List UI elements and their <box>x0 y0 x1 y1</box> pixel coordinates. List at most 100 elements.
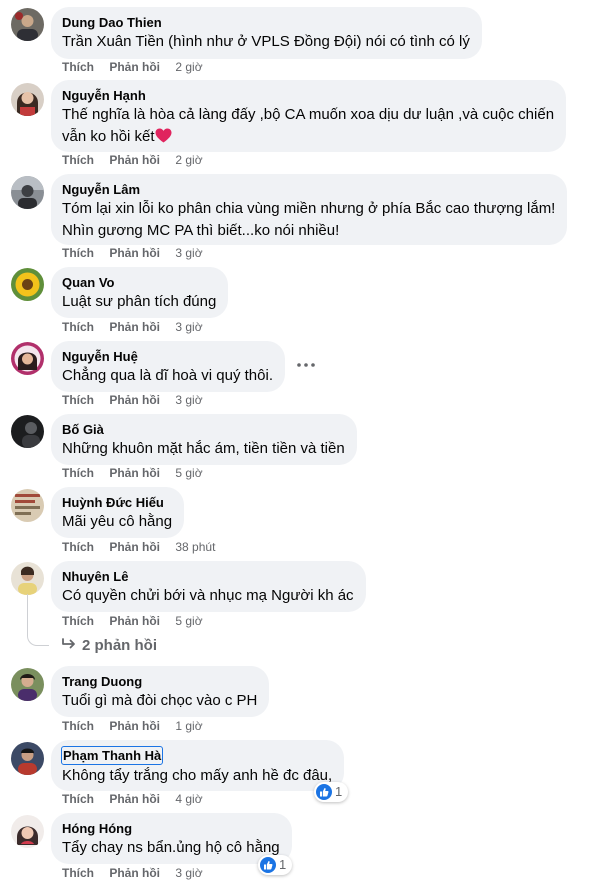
reply-button[interactable]: Phản hồi <box>109 320 160 334</box>
reply-button[interactable]: Phản hồi <box>109 246 160 260</box>
comment-timestamp[interactable]: 3 giờ <box>175 246 202 260</box>
comment-bubble: Nguyễn Lâm Tóm lại xin lỗi ko phân chia … <box>51 174 568 245</box>
reply-arrow-icon <box>62 637 76 655</box>
comment-timestamp[interactable]: 4 giờ <box>175 792 202 806</box>
comment-author[interactable]: Nguyễn Huệ <box>62 348 273 365</box>
like-button[interactable]: Thích <box>62 614 94 628</box>
comment-timestamp[interactable]: 3 giờ <box>175 320 202 334</box>
like-icon <box>316 784 332 800</box>
comment-timestamp[interactable]: 1 giờ <box>175 719 202 733</box>
like-button[interactable]: Thích <box>62 60 94 74</box>
avatar[interactable] <box>11 176 44 209</box>
comment-bubble: Nguyễn Huệ Chẳng qua là dĩ hoà vi quý th… <box>51 341 285 392</box>
like-button[interactable]: Thích <box>62 540 94 554</box>
comment-text: Không tẩy trắng cho mấy anh hề đc đâu, <box>62 767 333 784</box>
like-icon <box>260 857 276 873</box>
comment-text: Những khuôn mặt hắc ám, tiền tiền và tiề… <box>62 440 345 457</box>
more-options-icon[interactable] <box>295 357 317 373</box>
reply-button[interactable]: Phản hồi <box>109 792 160 806</box>
comment-text: Trần Xuân Tiền (hình như ở VPLS Đồng Đội… <box>62 33 470 50</box>
avatar[interactable] <box>11 268 44 301</box>
reaction-count: 1 <box>335 784 343 799</box>
comment-timestamp[interactable]: 2 giờ <box>175 153 202 167</box>
comment-text: Luật sư phân tích đúng <box>62 293 217 310</box>
avatar[interactable] <box>11 415 44 448</box>
avatar[interactable] <box>11 562 44 595</box>
reaction-count-badge[interactable]: 1 <box>258 855 293 875</box>
comment-author[interactable]: Dung Dao Thien <box>62 14 470 31</box>
comment-timestamp[interactable]: 3 giờ <box>175 866 202 880</box>
comment-text: Nhìn gương MC PA thì biết...ko nói nhiều… <box>62 222 340 239</box>
comment-text: Mãi yêu cô hằng <box>62 513 173 530</box>
comment-bubble: Bố Già Những khuôn mặt hắc ám, tiền tiền… <box>51 414 357 465</box>
comment-author[interactable]: Phạm Thanh Hà <box>60 746 164 765</box>
heart-icon <box>155 128 172 150</box>
comment-timestamp[interactable]: 3 giờ <box>175 393 202 407</box>
comment-bubble: Quan Vo Luật sư phân tích đúng <box>51 267 229 318</box>
reaction-count-badge[interactable]: 1 <box>314 782 349 802</box>
avatar[interactable] <box>11 83 44 116</box>
view-replies-label: 2 phản hồi <box>82 637 157 654</box>
comment-author[interactable]: Nguyễn Hạnh <box>62 87 554 104</box>
avatar[interactable] <box>11 342 44 375</box>
like-button[interactable]: Thích <box>62 719 94 733</box>
reply-button[interactable]: Phản hồi <box>109 466 160 480</box>
comment-bubble: Nhuyên Lê Có quyền chửi bới và nhục mạ N… <box>51 561 366 612</box>
comment-actions: Thích Phản hồi 2 giờ <box>62 59 203 75</box>
view-replies-link[interactable]: 2 phản hồi <box>62 637 157 655</box>
comment-actions: Thích Phản hồi 38 phút <box>62 539 215 555</box>
comment-actions: Thích Phản hồi 3 giờ <box>62 865 203 881</box>
reply-button[interactable]: Phản hồi <box>109 614 160 628</box>
thread-connector-line <box>27 594 49 646</box>
comment-author[interactable]: Nguyễn Lâm <box>62 181 555 198</box>
reply-button[interactable]: Phản hồi <box>109 393 160 407</box>
comment-author[interactable]: Quan Vo <box>62 274 216 291</box>
comment-text: Có quyền chửi bới và nhục mạ Người kh ác <box>62 587 354 604</box>
comment-timestamp[interactable]: 5 giờ <box>175 614 202 628</box>
avatar[interactable] <box>11 8 44 41</box>
like-button[interactable]: Thích <box>62 393 94 407</box>
comment-timestamp[interactable]: 5 giờ <box>175 466 202 480</box>
like-button[interactable]: Thích <box>62 466 94 480</box>
comment-text: Tóm lại xin lỗi ko phân chia vùng miền n… <box>62 200 556 217</box>
avatar[interactable] <box>11 489 44 522</box>
comment-text-line: vẫn ko hồi kết <box>62 126 554 150</box>
comment-bubble: Trang Duong Tuổi gì mà đòi chọc vào c PH <box>51 666 270 717</box>
comment-actions: Thích Phản hồi 3 giờ <box>62 319 203 335</box>
comment-bubble: Phạm Thanh Hà Không tẩy trắng cho mấy an… <box>51 740 345 791</box>
reply-button[interactable]: Phản hồi <box>109 719 160 733</box>
like-button[interactable]: Thích <box>62 866 94 880</box>
reply-button[interactable]: Phản hồi <box>109 153 160 167</box>
like-button[interactable]: Thích <box>62 153 94 167</box>
comment-actions: Thích Phản hồi 1 giờ <box>62 718 203 734</box>
comment-author[interactable]: Hóng Hóng <box>62 820 280 837</box>
comment-text: Tuổi gì mà đòi chọc vào c PH <box>62 692 258 709</box>
comment-actions: Thích Phản hồi 5 giờ <box>62 613 203 629</box>
comment-text: Chẳng qua là dĩ hoà vi quý thôi. <box>62 367 273 384</box>
like-button[interactable]: Thích <box>62 320 94 334</box>
like-button[interactable]: Thích <box>62 792 94 806</box>
comment-bubble: Hóng Hóng Tẩy chay ns bẩn.ủng hộ cô hằng <box>51 813 292 864</box>
avatar[interactable] <box>11 668 44 701</box>
like-button[interactable]: Thích <box>62 246 94 260</box>
avatar[interactable] <box>11 742 44 775</box>
comment-text: Tẩy chay ns bẩn.ủng hộ cô hằng <box>62 839 280 856</box>
reply-button[interactable]: Phản hồi <box>109 60 160 74</box>
comment-actions: Thích Phản hồi 4 giờ <box>62 791 203 807</box>
comment-bubble: Huỳnh Đức Hiếu Mãi yêu cô hằng <box>51 487 185 538</box>
reply-button[interactable]: Phản hồi <box>109 866 160 880</box>
comment-text: Thế nghĩa là hòa cả làng đấy ,bộ CA muốn… <box>62 106 555 123</box>
comment-bubble: Nguyễn Hạnh Thế nghĩa là hòa cả làng đấy… <box>51 80 567 152</box>
comment-actions: Thích Phản hồi 5 giờ <box>62 465 203 481</box>
comment-timestamp[interactable]: 38 phút <box>175 540 215 554</box>
comment-timestamp[interactable]: 2 giờ <box>175 60 202 74</box>
reaction-count: 1 <box>279 857 287 872</box>
avatar[interactable] <box>11 815 44 848</box>
reply-button[interactable]: Phản hồi <box>109 540 160 554</box>
comment-author[interactable]: Bố Già <box>62 421 345 438</box>
comment-author[interactable]: Huỳnh Đức Hiếu <box>62 494 172 511</box>
comment-author[interactable]: Trang Duong <box>62 673 257 690</box>
comment-author[interactable]: Nhuyên Lê <box>62 568 354 585</box>
comment-text: vẫn ko hồi kết <box>62 128 155 145</box>
comment-bubble: Dung Dao Thien Trần Xuân Tiền (hình như … <box>51 7 482 59</box>
